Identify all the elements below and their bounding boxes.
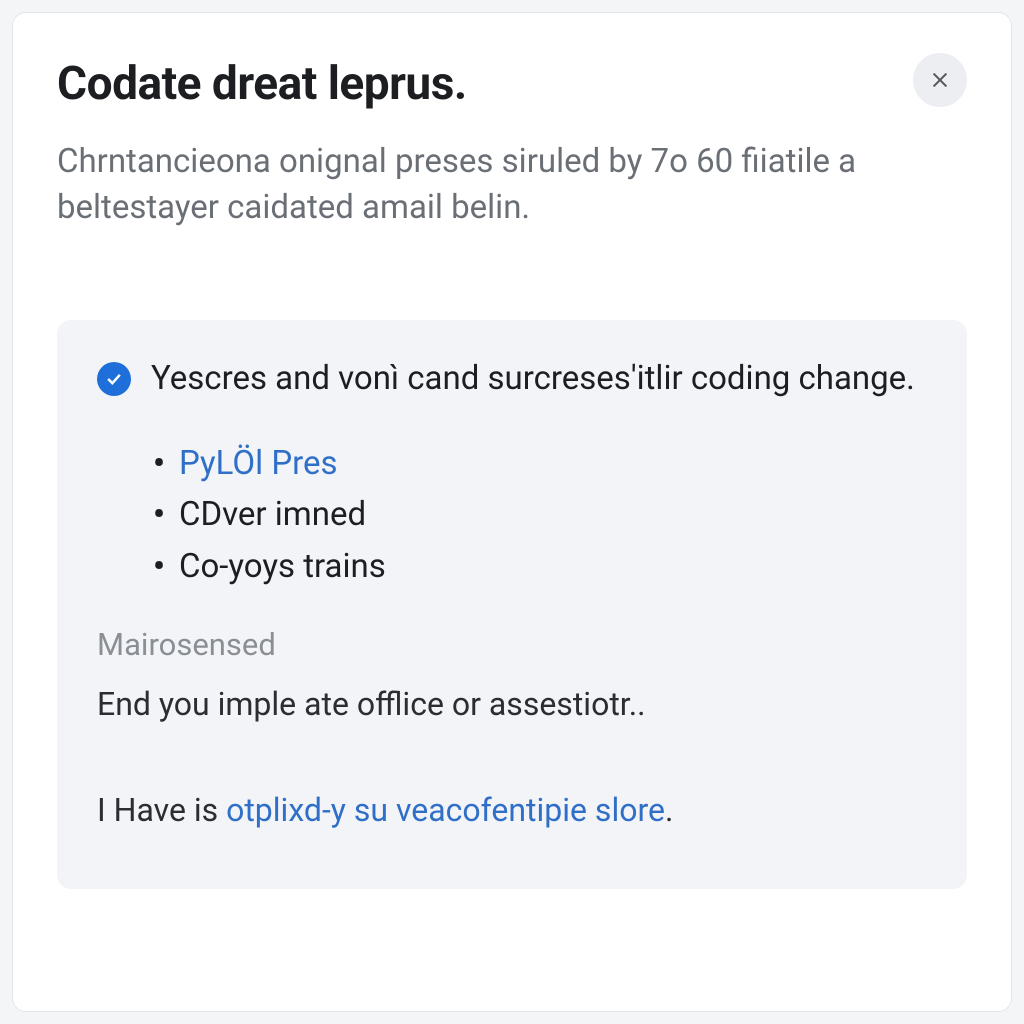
close-button[interactable] bbox=[913, 53, 967, 107]
list-item-link[interactable]: PyLÖl Pres bbox=[179, 444, 338, 483]
item-list: PyLÖl Pres CDver imned Co-yoys trains bbox=[153, 438, 927, 591]
footer-prefix: I Have is bbox=[97, 791, 226, 829]
list-item-label: Co-yoys trains bbox=[179, 547, 386, 586]
list-item: PyLÖl Pres bbox=[153, 438, 927, 489]
info-panel: Yescres and vonì cand surcreses'itlir co… bbox=[57, 320, 967, 889]
check-icon bbox=[97, 362, 131, 396]
panel-body-text: End you imple ate offlice or assestiotr.… bbox=[97, 685, 927, 723]
list-item: Co-yoys trains bbox=[153, 541, 927, 592]
list-item: CDver imned bbox=[153, 489, 927, 540]
dialog-subtitle: Chrntancieona onignal preses siruled by … bbox=[57, 139, 937, 230]
footer-suffix: . bbox=[665, 791, 673, 829]
section-label: Mairosensed bbox=[97, 626, 927, 663]
list-item-label: CDver imned bbox=[179, 495, 366, 534]
dialog-title: Codate dreat leprus. bbox=[57, 57, 467, 111]
status-text: Yescres and vonì cand surcreses'itlir co… bbox=[151, 356, 927, 402]
close-icon bbox=[929, 69, 951, 91]
footer-link[interactable]: otplixd-y su veacofentipie slore bbox=[226, 791, 665, 829]
dialog-card: Codate dreat leprus. Chrntancieona onign… bbox=[12, 12, 1012, 1012]
status-row: Yescres and vonì cand surcreses'itlir co… bbox=[97, 356, 927, 402]
dialog-header: Codate dreat leprus. bbox=[57, 57, 967, 111]
panel-footer: I Have is otplixd-y su veacofentipie slo… bbox=[97, 791, 927, 829]
